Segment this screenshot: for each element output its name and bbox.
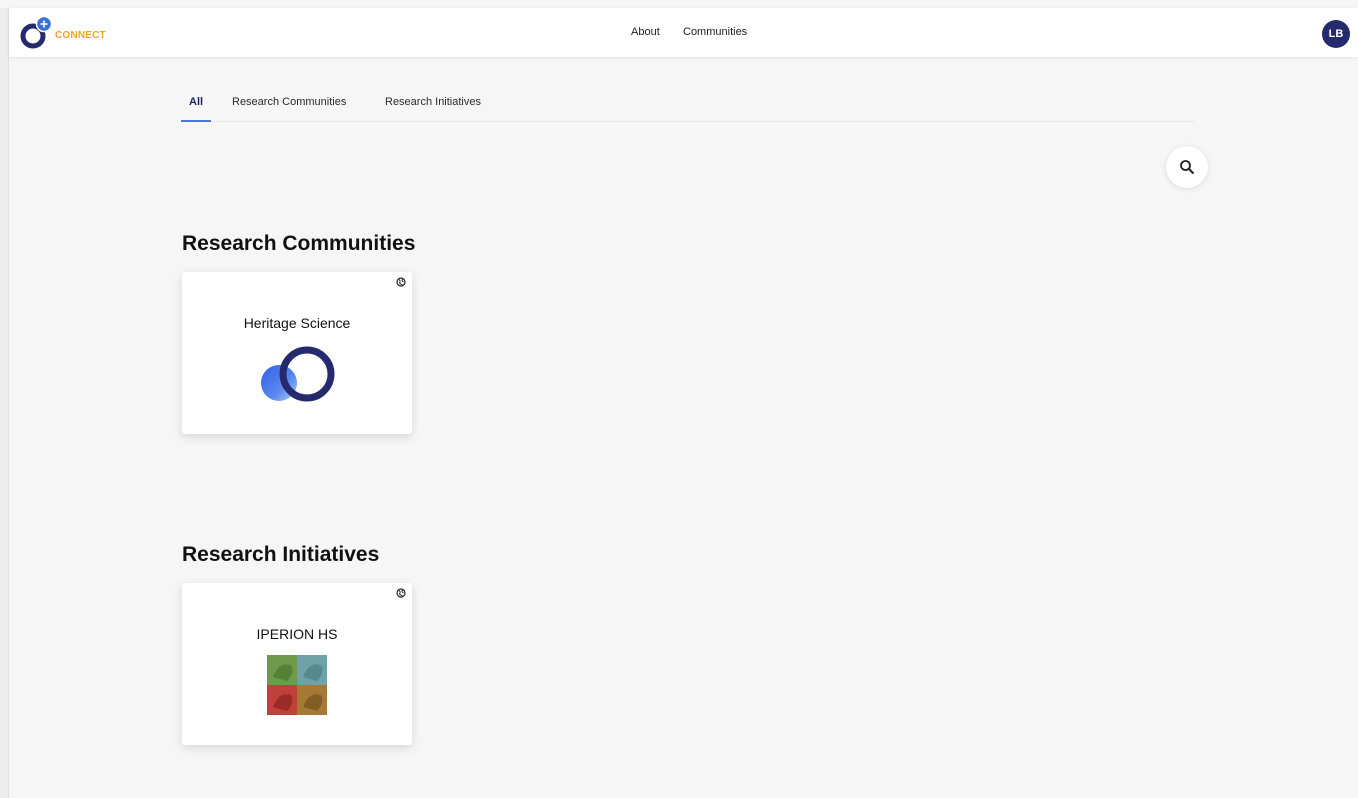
window-top-edge [0, 0, 1358, 8]
connect-logo-icon [20, 16, 53, 49]
active-tab-indicator [181, 120, 211, 122]
search-icon [1180, 160, 1194, 174]
tab-research-communities[interactable]: Research Communities [232, 96, 346, 120]
globe-icon [396, 588, 406, 598]
connect-logo[interactable]: CONNECT [19, 16, 139, 52]
section-title-research-initiatives: Research Initiatives [182, 543, 380, 566]
window-left-edge [0, 8, 9, 798]
nav-link-communities[interactable]: Communities [683, 26, 747, 38]
user-avatar[interactable]: LB [1322, 20, 1350, 48]
card-title: IPERION HS [256, 626, 338, 642]
tab-all[interactable]: All [189, 96, 203, 120]
nav-link-about[interactable]: About [631, 26, 660, 38]
nav-links: About Communities [9, 8, 1358, 57]
logo-text: CONNECT [55, 30, 106, 41]
search-button[interactable] [1166, 146, 1208, 188]
card-title: Heritage Science [243, 315, 351, 331]
community-card-heritage-science[interactable]: Heritage Science [182, 272, 412, 434]
tab-research-initiatives[interactable]: Research Initiatives [385, 96, 481, 120]
iperion-hs-logo [267, 655, 327, 715]
initiative-card-iperion-hs[interactable]: IPERION HS [182, 583, 412, 745]
filter-tabs: All Research Communities Research Initia… [181, 89, 1194, 122]
top-navbar: CONNECT About Communities LB [9, 8, 1358, 57]
globe-icon [396, 277, 406, 287]
section-title-research-communities: Research Communities [182, 232, 416, 255]
heritage-science-logo [261, 346, 335, 402]
